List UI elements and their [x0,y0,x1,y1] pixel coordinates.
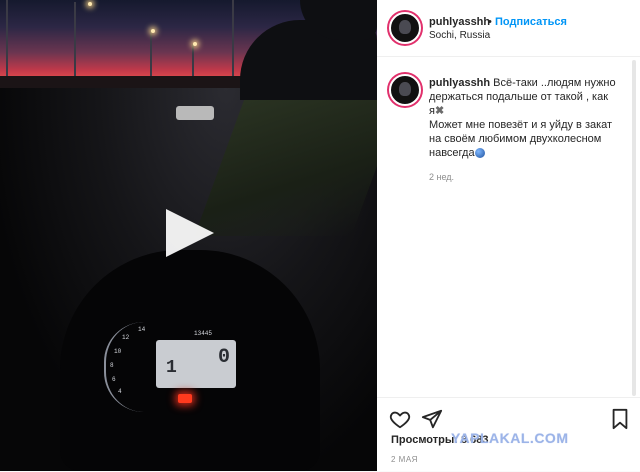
follow-button[interactable]: Подписаться [495,16,567,28]
post-date: 2 МАЯ [391,455,418,464]
dash-odometer: 13445 [194,330,213,337]
post-caption: puhlyasshh Всё-таки ..людям нужно держат… [429,76,629,160]
dash-speed: 1 [166,358,177,378]
caption-text: навсегда [429,147,475,159]
helmet-emoji-icon [474,148,485,159]
separator-dot: • [488,16,492,28]
warning-light [178,394,192,403]
watermark: YAPLAKAL.COM [451,430,569,446]
caption-line: держаться подальше от такой , как [429,91,609,103]
street-lamp [88,2,92,6]
tach-label: 8 [110,362,114,369]
road-barrier [176,106,214,120]
tach-label: 12 [122,334,130,341]
bookmark-icon[interactable] [609,408,631,430]
heart-icon[interactable] [389,408,411,430]
post-header: puhlyasshh • Подписаться Sochi, Russia [377,0,640,57]
caption-line: я✖ [429,104,629,118]
scrollbar[interactable] [632,60,636,396]
caption-avatar[interactable] [389,74,421,106]
post-panel: puhlyasshh • Подписаться Sochi, Russia p… [377,0,640,471]
tach-label: 14 [138,326,146,333]
caption-line: Может мне повезёт и я уйду в закат [429,119,613,131]
caption-line: навсегда [429,146,629,160]
tach-label: 6 [112,376,116,383]
tach-label: 4 [118,388,122,395]
cross-emoji-icon: ✖ [434,105,445,117]
caption-username[interactable]: puhlyasshh [429,77,490,89]
caption-line: на своём любимом двухколесном [429,133,602,145]
caption-text: Всё-таки ..людям нужно [490,77,616,89]
dash-gear: 0 [218,346,231,369]
paper-plane-icon[interactable] [421,408,443,430]
username[interactable]: puhlyasshh [429,16,490,28]
tach-label: 10 [114,348,122,355]
caption-line: puhlyasshh Всё-таки ..людям нужно [429,76,629,90]
video-player[interactable]: 14 12 10 8 6 4 13445 0 1 [0,0,377,471]
street-lamp [193,42,197,46]
play-icon[interactable] [166,209,214,257]
post-time-ago[interactable]: 2 нед. [429,172,454,182]
location-link[interactable]: Sochi, Russia [429,30,490,41]
avatar[interactable] [389,12,421,44]
street-lamp [151,29,155,33]
